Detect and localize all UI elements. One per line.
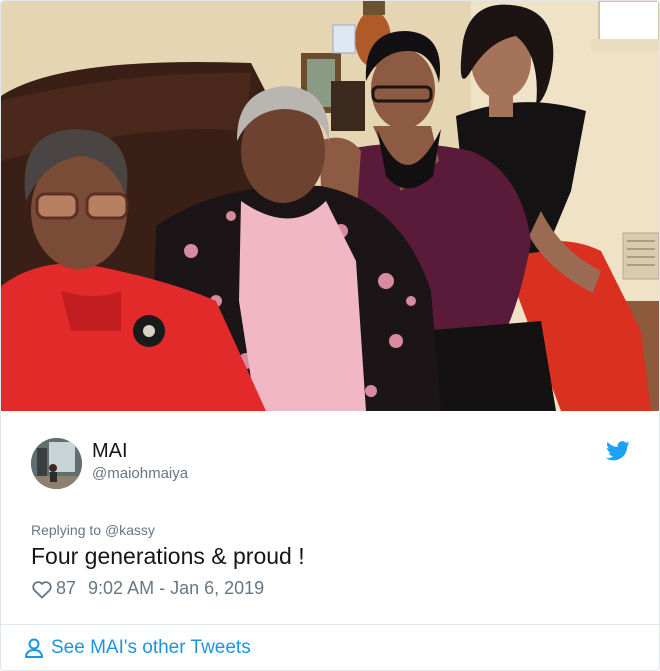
- tweet-photo[interactable]: [1, 1, 659, 411]
- person-icon: [23, 637, 45, 659]
- author-name[interactable]: MAI: [92, 440, 128, 463]
- replying-to-prefix: Replying to: [31, 522, 102, 538]
- author-handle[interactable]: @maiohmaiya: [92, 465, 188, 482]
- heart-icon[interactable]: [31, 579, 53, 599]
- like-count[interactable]: 87: [56, 578, 76, 599]
- see-other-tweets-link[interactable]: See MAI's other Tweets: [23, 637, 251, 659]
- replying-to-line: Replying to @kassy: [31, 522, 155, 538]
- tweet-text: Four generations & proud !: [31, 543, 305, 569]
- replying-to-mention[interactable]: @kassy: [105, 522, 155, 538]
- tweet-timestamp[interactable]: 9:02 AM - Jan 6, 2019: [88, 578, 264, 599]
- see-other-tweets-label: See MAI's other Tweets: [51, 637, 251, 658]
- tweet-meta: 87 9:02 AM - Jan 6, 2019: [31, 578, 264, 599]
- twitter-bird-icon[interactable]: [606, 441, 630, 461]
- tweet-header: MAI @maiohmaiya: [31, 438, 631, 494]
- author-avatar[interactable]: [31, 438, 82, 489]
- footer-divider: [1, 624, 659, 625]
- tweet-card: MAI @maiohmaiya Replying to @kassy Four …: [0, 0, 660, 671]
